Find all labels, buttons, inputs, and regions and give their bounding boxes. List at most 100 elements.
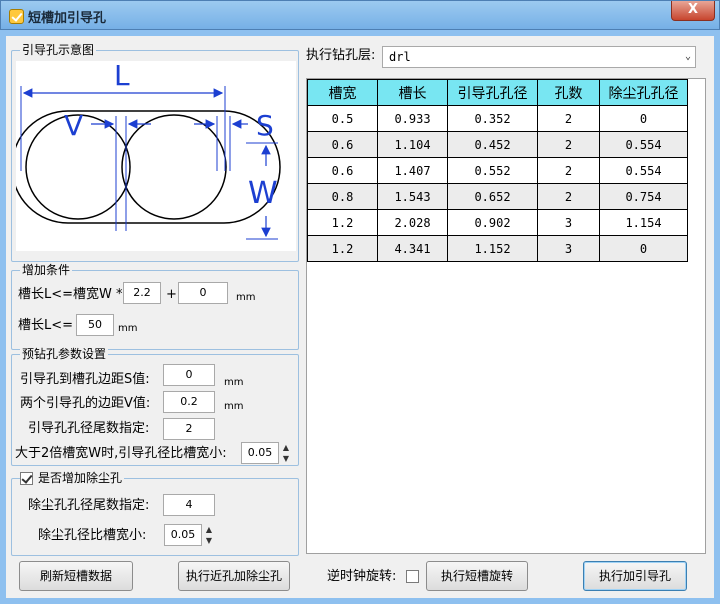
table-cell[interactable]: 0.554 (599, 157, 688, 184)
offset-input[interactable]: 0 (178, 282, 228, 304)
table-cell[interactable]: 0.352 (447, 105, 538, 132)
slot-table-panel: 槽宽 槽长 引导孔孔径 孔数 除尘孔孔径 0.5 0.933 0.352 2 0 0.6 1… (306, 78, 706, 554)
col-header[interactable]: 引导孔孔径 (447, 79, 538, 106)
table-cell[interactable]: 0.5 (307, 105, 378, 132)
label-S: S (256, 109, 274, 142)
guide-smaller-label: 大于2倍槽宽W时,引导孔径比槽宽小: (15, 446, 227, 461)
max-length-input[interactable]: 50 (76, 314, 114, 336)
table-cell[interactable]: 1.154 (599, 209, 688, 236)
table-cell[interactable]: 0 (599, 105, 688, 132)
table-cell[interactable]: 4.341 (377, 235, 448, 262)
table-cell[interactable]: 0.8 (307, 183, 378, 210)
s-unit: mm (224, 377, 244, 388)
dust-legend: 是否增加除尘孔 (20, 471, 125, 485)
max-length-label: 槽长L<= (18, 318, 74, 333)
guide-tail-input[interactable]: 2 (163, 418, 215, 440)
label-W: W (248, 176, 278, 211)
diagram-svg: L V S W (11, 59, 281, 240)
table-cell[interactable]: 2 (537, 157, 600, 184)
plus-label: + (166, 287, 177, 302)
table-cell[interactable]: 0.933 (377, 105, 448, 132)
col-header[interactable]: 槽长 (377, 79, 448, 106)
diagram-group: 引导孔示意图 L V S W (11, 43, 299, 262)
table-cell[interactable]: 2 (537, 183, 600, 210)
close-button[interactable]: X (671, 1, 715, 21)
refresh-slot-data-button[interactable]: 刷新短槽数据 (19, 561, 133, 591)
v-unit: mm (224, 401, 244, 412)
ccw-rotate-checkbox[interactable] (406, 570, 419, 583)
predrill-legend: 预钻孔参数设置 (20, 347, 109, 361)
table-cell[interactable]: 1.407 (377, 157, 448, 184)
table-row[interactable]: 1.2 4.341 1.152 3 0 (307, 235, 688, 262)
dust-smaller-input[interactable]: 0.05 (164, 524, 202, 546)
table-row[interactable]: 1.2 2.028 0.902 3 1.154 (307, 209, 688, 236)
guide-hole-diagram: L V S W (11, 59, 296, 251)
layer-value: drl (389, 50, 411, 64)
unit-mm-1: mm (236, 292, 256, 303)
rotate-slot-button[interactable]: 执行短槽旋转 (426, 561, 528, 591)
table-cell[interactable]: 1.2 (307, 235, 378, 262)
table-cell[interactable]: 0.902 (447, 209, 538, 236)
dust-group: 是否增加除尘孔 (11, 471, 299, 556)
window-title: 短槽加引导孔 (28, 11, 107, 26)
table-cell[interactable]: 0.452 (447, 131, 538, 158)
slot-table: 槽宽 槽长 引导孔孔径 孔数 除尘孔孔径 0.5 0.933 0.352 2 0 0.6 1… (307, 79, 688, 262)
dust-legend-text: 是否增加除尘孔 (38, 471, 123, 485)
unit-mm-2: mm (118, 323, 138, 334)
spin-up-icon[interactable]: ▲ (280, 442, 292, 453)
table-cell[interactable]: 0.754 (599, 183, 688, 210)
table-row[interactable]: 0.5 0.933 0.352 2 0 (307, 105, 688, 132)
table-cell[interactable]: 0.552 (447, 157, 538, 184)
table-cell[interactable]: 2 (537, 105, 600, 132)
col-header[interactable]: 除尘孔孔径 (599, 79, 688, 106)
v-value-input[interactable]: 0.2 (163, 391, 215, 413)
dust-checkbox[interactable] (20, 472, 33, 485)
s-value-label: 引导孔到槽孔边距S值: (20, 372, 150, 387)
dust-tail-label: 除尘孔孔径尾数指定: (28, 498, 150, 513)
label-V: V (64, 109, 83, 142)
col-header[interactable]: 槽宽 (307, 79, 378, 106)
near-hole-dust-button[interactable]: 执行近孔加除尘孔 (178, 561, 290, 591)
table-cell[interactable]: 1.104 (377, 131, 448, 158)
dust-tail-input[interactable]: 4 (163, 494, 215, 516)
dust-smaller-label: 除尘孔径比槽宽小: (38, 528, 147, 543)
table-cell[interactable]: 1.152 (447, 235, 538, 262)
table-row[interactable]: 0.6 1.104 0.452 2 0.554 (307, 131, 688, 158)
slot-outline (11, 110, 281, 224)
guide-smaller-spinner[interactable]: ▲ ▼ (280, 442, 292, 464)
spin-down-icon[interactable]: ▼ (280, 453, 292, 464)
table-row[interactable]: 0.6 1.407 0.552 2 0.554 (307, 157, 688, 184)
right-hole (121, 114, 227, 220)
window-frame-right (714, 30, 720, 604)
table-cell[interactable]: 2 (537, 131, 600, 158)
table-cell[interactable]: 0 (599, 235, 688, 262)
multiplier-input[interactable]: 2.2 (123, 282, 161, 304)
col-header[interactable]: 孔数 (537, 79, 600, 106)
length-formula-label: 槽长L<=槽宽W * (18, 287, 123, 302)
layer-label: 执行钻孔层: (306, 48, 376, 63)
guide-tail-label: 引导孔孔径尾数指定: (28, 421, 150, 436)
label-L: L (114, 61, 130, 92)
table-cell[interactable]: 1.543 (377, 183, 448, 210)
v-value-label: 两个引导孔的边距V值: (20, 396, 151, 411)
table-header-row: 槽宽 槽长 引导孔孔径 孔数 除尘孔孔径 (307, 79, 688, 106)
add-guide-hole-button[interactable]: 执行加引导孔 (583, 561, 687, 591)
table-cell[interactable]: 0.6 (307, 157, 378, 184)
s-value-input[interactable]: 0 (163, 364, 215, 386)
table-cell[interactable]: 0.6 (307, 131, 378, 158)
spin-up-icon[interactable]: ▲ (203, 524, 215, 535)
table-cell[interactable]: 1.2 (307, 209, 378, 236)
chevron-down-icon[interactable]: ⌄ (685, 47, 691, 67)
table-cell[interactable]: 2.028 (377, 209, 448, 236)
spin-down-icon[interactable]: ▼ (203, 535, 215, 546)
conditions-legend: 增加条件 (20, 263, 73, 277)
table-cell[interactable]: 0.652 (447, 183, 538, 210)
dust-smaller-spinner[interactable]: ▲ ▼ (203, 524, 215, 546)
layer-select[interactable]: drl ⌄ (382, 46, 696, 68)
diagram-legend: 引导孔示意图 (20, 43, 97, 57)
guide-smaller-input[interactable]: 0.05 (241, 442, 279, 464)
table-cell[interactable]: 3 (537, 209, 600, 236)
table-cell[interactable]: 3 (537, 235, 600, 262)
table-cell[interactable]: 0.554 (599, 131, 688, 158)
table-row[interactable]: 0.8 1.543 0.652 2 0.754 (307, 183, 688, 210)
